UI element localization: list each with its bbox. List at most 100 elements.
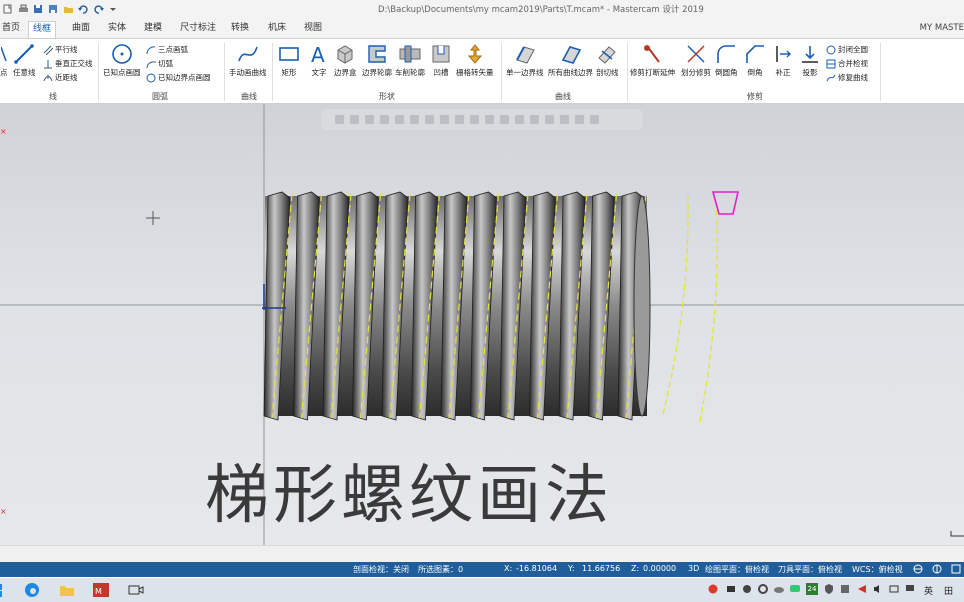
project-button[interactable]: 投影 (800, 43, 820, 78)
chamfer-button[interactable]: 倒角 (744, 43, 766, 78)
relief-groove-button[interactable]: 凹槽 (430, 43, 452, 78)
all-curve-edges-button[interactable]: 所有曲线边界 (548, 43, 593, 78)
manual-spline-button[interactable]: 手动画曲线 (229, 43, 267, 78)
view-toolbar-icon[interactable] (365, 115, 374, 124)
camera-app-icon[interactable] (128, 582, 144, 598)
circle-center-point-button[interactable]: 已知点画圆 (103, 43, 141, 78)
file-explorer-icon[interactable] (59, 582, 75, 598)
arc-three-points-button[interactable]: 三点画弧 (146, 44, 188, 55)
ime-mode-indicator[interactable]: 田 (944, 584, 953, 597)
single-edge-curve-icon (515, 46, 535, 64)
scale-bar-icon (950, 531, 964, 537)
parallel-line-icon (43, 45, 53, 55)
save-as-icon[interactable] (47, 3, 59, 15)
view-toolbar-icon[interactable] (350, 115, 359, 124)
axis-indicator-x-top: × (0, 127, 7, 136)
tray-number-badge[interactable]: 24 (806, 583, 818, 595)
view-toolbar-icon[interactable] (410, 115, 419, 124)
section-curve-button[interactable]: 剖切线 (596, 43, 619, 78)
view-toolbar-icon[interactable] (485, 115, 494, 124)
view-globe-icon[interactable] (932, 564, 942, 576)
display-mode-icon[interactable] (951, 564, 961, 576)
point-button[interactable]: 点 (0, 43, 8, 78)
save-icon[interactable] (32, 3, 44, 15)
text-button[interactable]: A 文字 (308, 43, 330, 78)
view-toolbar-icon[interactable] (380, 115, 389, 124)
open-folder-icon[interactable] (62, 3, 74, 15)
view-toolbar-icon[interactable] (470, 115, 479, 124)
closest-line-button[interactable]: 近距线 (43, 72, 78, 83)
tray-cloud-icon[interactable] (774, 584, 784, 594)
join-button[interactable]: 合并检视 (826, 58, 868, 69)
mode-2d-3d-toggle[interactable]: 3D (688, 564, 699, 573)
view-toolbar-icon[interactable] (545, 115, 554, 124)
ime-language-indicator[interactable]: 英 (924, 584, 933, 597)
tray-video-icon[interactable] (726, 584, 736, 594)
wcs-status[interactable]: WCS：俯检视 (852, 564, 903, 575)
tab-machine[interactable]: 机床 (264, 21, 290, 38)
tray-dot-icon[interactable] (742, 584, 752, 594)
tray-red-icon[interactable] (708, 584, 718, 594)
tab-dimensions[interactable]: 尺寸标注 (176, 21, 220, 38)
edge-browser-icon[interactable] (24, 582, 40, 598)
view-toolbar-icon[interactable] (425, 115, 434, 124)
tray-monitor-icon[interactable] (905, 584, 915, 594)
close-arc-button[interactable]: 封闭全圆 (826, 44, 868, 55)
tray-volume-icon[interactable] (873, 584, 883, 594)
divide-icon (687, 45, 705, 63)
tab-home[interactable]: 首页 (0, 21, 24, 38)
raster-to-vector-button[interactable]: 栅格转矢量 (456, 43, 494, 78)
redo-icon[interactable] (92, 3, 104, 15)
view-toolbar-icon[interactable] (395, 115, 404, 124)
view-toolbar-icon[interactable] (500, 115, 509, 124)
fillet-button[interactable]: 倒圆角 (715, 43, 738, 78)
tab-view[interactable]: 视图 (300, 21, 326, 38)
tray-gear-icon[interactable] (758, 584, 768, 594)
view-toolbar-icon[interactable] (440, 115, 449, 124)
perpendicular-line-button[interactable]: 垂直正交线 (43, 58, 93, 69)
section-view-status[interactable]: 剖面检视：关闭 (353, 564, 409, 575)
tray-network-icon[interactable] (889, 584, 899, 594)
view-toolbar-icon[interactable] (515, 115, 524, 124)
turn-profile-button[interactable]: 车削轮廓 (395, 43, 425, 78)
tray-arrow-icon[interactable] (857, 584, 867, 594)
view-toolbar-icon[interactable] (575, 115, 584, 124)
offset-button[interactable]: 补正 (773, 43, 793, 78)
bounding-box-button[interactable]: 边界盒 (334, 43, 357, 78)
construction-plane-status[interactable]: 绘图平面：俯检视 (705, 564, 769, 575)
boundary-profile-button[interactable]: 边界轮廓 (362, 43, 392, 78)
circle-edge-points-button[interactable]: 已知边界点画圆 (146, 72, 211, 83)
trim-break-extend-button[interactable]: 修剪打断延伸 (630, 43, 675, 78)
parallel-line-button[interactable]: 平行线 (43, 44, 78, 55)
mastercam-app-icon[interactable]: M (93, 582, 109, 598)
tab-solids[interactable]: 实体 (104, 21, 130, 38)
rectangle-button[interactable]: 矩形 (278, 43, 300, 78)
globe-icon[interactable] (913, 564, 923, 576)
view-toolbar-icon[interactable] (590, 115, 599, 124)
start-menu-icon[interactable] (0, 582, 12, 598)
tab-transform[interactable]: 转换 (227, 21, 253, 38)
tray-shield-icon[interactable] (824, 584, 834, 594)
tool-plane-status[interactable]: 刀具平面：俯检视 (778, 564, 842, 575)
tab-model-prep[interactable]: 建模 (140, 21, 166, 38)
arc-tangent-button[interactable]: 切弧 (146, 58, 173, 69)
undo-icon[interactable] (77, 3, 89, 15)
tray-app-icon[interactable] (840, 584, 850, 594)
view-toolbar-icon[interactable] (560, 115, 569, 124)
customize-qat-icon[interactable] (107, 3, 119, 15)
user-account-label[interactable]: MY MASTE (920, 23, 964, 33)
raster-to-vector-icon (467, 44, 482, 64)
line-endpoints-button[interactable]: 任意线 (13, 43, 36, 78)
graphics-viewport[interactable]: × × 梯形螺纹画法 (0, 104, 964, 545)
single-edge-curve-button[interactable]: 单一边界线 (506, 43, 544, 78)
tab-wireframe[interactable]: 线框 (28, 21, 57, 38)
view-toolbar-icon[interactable] (335, 115, 344, 124)
view-toolbar-icon[interactable] (455, 115, 464, 124)
tab-surfaces[interactable]: 曲面 (68, 21, 94, 38)
new-file-icon[interactable] (2, 3, 14, 15)
divide-trim-button[interactable]: 划分修剪 (681, 43, 711, 78)
repair-curve-button[interactable]: 修复曲线 (826, 72, 868, 83)
view-toolbar-icon[interactable] (530, 115, 539, 124)
tray-chat-icon[interactable] (790, 584, 800, 594)
print-icon[interactable] (17, 3, 29, 15)
